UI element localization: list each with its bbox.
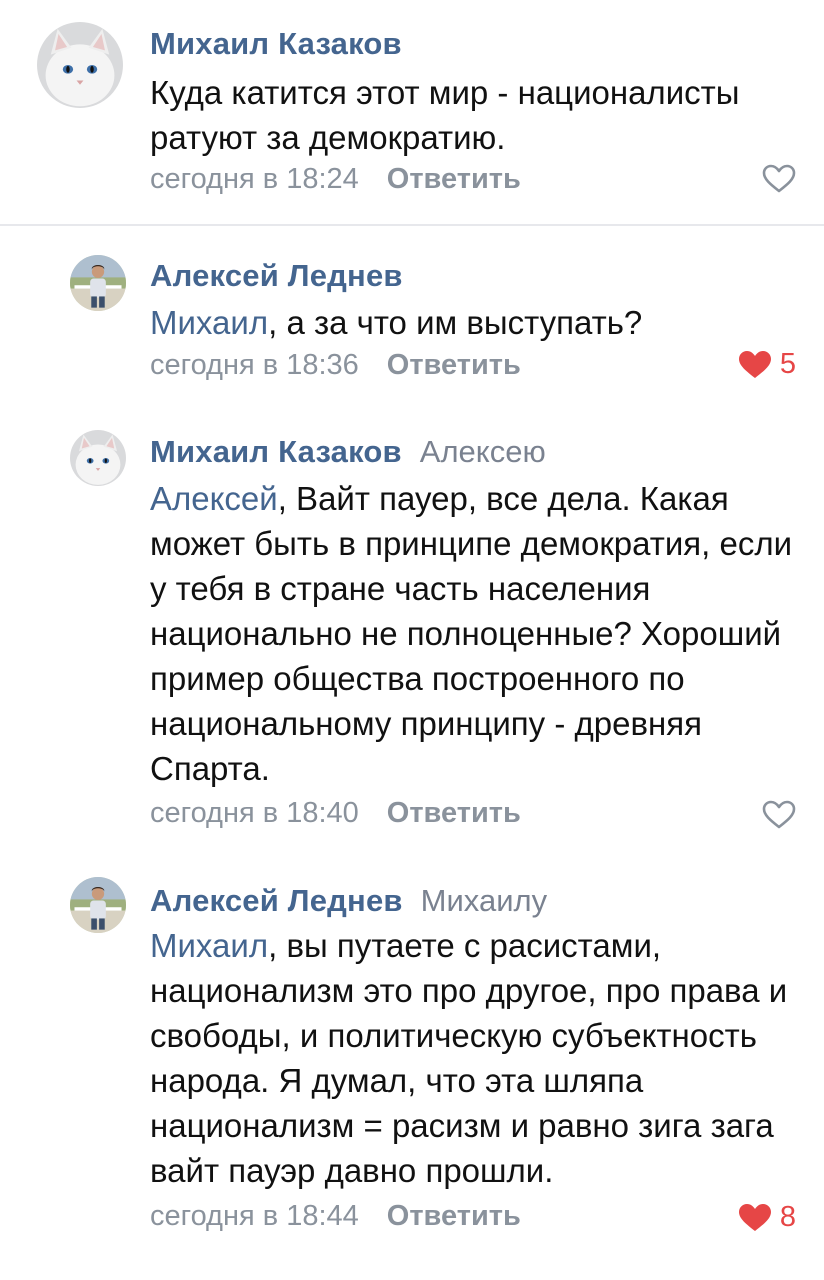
like-button[interactable]: [762, 164, 796, 194]
comment-date[interactable]: сегодня в 18:44: [150, 1200, 359, 1232]
author-line: Михаил Казаков Алексею: [150, 434, 546, 470]
white-cat-avatar-icon: [37, 22, 123, 108]
mention-link[interactable]: Михаил: [150, 927, 268, 964]
avatar[interactable]: [70, 877, 126, 933]
avatar[interactable]: [37, 22, 123, 108]
author-name[interactable]: Михаил Казаков: [150, 26, 402, 61]
heart-outline-icon: [762, 800, 796, 829]
man-photo-avatar-icon: [70, 255, 126, 311]
divider: [0, 224, 824, 226]
heart-filled-icon: [738, 350, 771, 378]
comment: Михаил Казаков Алексею Алексей, Вайт пауе…: [0, 420, 824, 850]
author-line: Алексей Леднев Михаилу: [150, 883, 547, 919]
like-count: 5: [779, 348, 796, 380]
comment-body: Куда катится этот мир - националисты рат…: [150, 74, 740, 156]
comment-body: , вы путаете с расистами, национализм эт…: [150, 927, 788, 1189]
comment-meta: сегодня в 18:36 Ответить: [150, 348, 521, 382]
like-button[interactable]: 8: [738, 1201, 796, 1234]
comment-date[interactable]: сегодня в 18:40: [150, 797, 359, 829]
author-name[interactable]: Михаил Казаков: [150, 434, 402, 469]
mention-link[interactable]: Алексей: [150, 480, 278, 517]
heart-outline-icon: [762, 164, 796, 193]
comment-meta: сегодня в 18:24 Ответить: [150, 162, 521, 196]
reply-to-name[interactable]: Михаилу: [421, 883, 547, 918]
comment-meta: сегодня в 18:40 Ответить: [150, 796, 521, 830]
comment-body: , Вайт пауер, все дела. Какая может быть…: [150, 480, 793, 787]
heart-filled-icon: [738, 1203, 771, 1231]
author-name[interactable]: Алексей Леднев: [150, 883, 403, 918]
comment-text: Куда катится этот мир - националисты рат…: [150, 70, 810, 160]
comment-meta: сегодня в 18:44 Ответить: [150, 1199, 521, 1233]
reply-button[interactable]: Ответить: [387, 163, 521, 195]
author-line: Алексей Леднев: [150, 258, 403, 294]
like-button[interactable]: [762, 800, 796, 830]
comment-date[interactable]: сегодня в 18:24: [150, 163, 359, 195]
comment: Алексей Леднев Михаилу Михаил, вы путаете…: [0, 865, 824, 1265]
author-line: Михаил Казаков: [150, 26, 402, 62]
white-cat-avatar-icon: [70, 430, 126, 486]
reply-button[interactable]: Ответить: [387, 1200, 521, 1232]
man-photo-avatar-icon: [70, 877, 126, 933]
mention-link[interactable]: Михаил: [150, 304, 268, 341]
comment: Алексей Леднев Михаил, а за что им высту…: [0, 240, 824, 400]
comment-date[interactable]: сегодня в 18:36: [150, 349, 359, 381]
comment-text: Михаил, вы путаете с расистами, национал…: [150, 923, 810, 1193]
avatar[interactable]: [70, 430, 126, 486]
like-count: 8: [779, 1201, 796, 1233]
comment-text: Алексей, Вайт пауер, все дела. Какая мож…: [150, 476, 810, 791]
reply-button[interactable]: Ответить: [387, 797, 521, 829]
like-button[interactable]: 5: [738, 348, 796, 381]
author-name[interactable]: Алексей Леднев: [150, 258, 403, 293]
comment: Михаил Казаков Куда катится этот мир - н…: [0, 0, 824, 224]
reply-button[interactable]: Ответить: [387, 349, 521, 381]
comment-text: Михаил, а за что им выступать?: [150, 300, 810, 345]
comment-body: , а за что им выступать?: [268, 304, 643, 341]
avatar[interactable]: [70, 255, 126, 311]
reply-to-name[interactable]: Алексею: [420, 434, 546, 469]
